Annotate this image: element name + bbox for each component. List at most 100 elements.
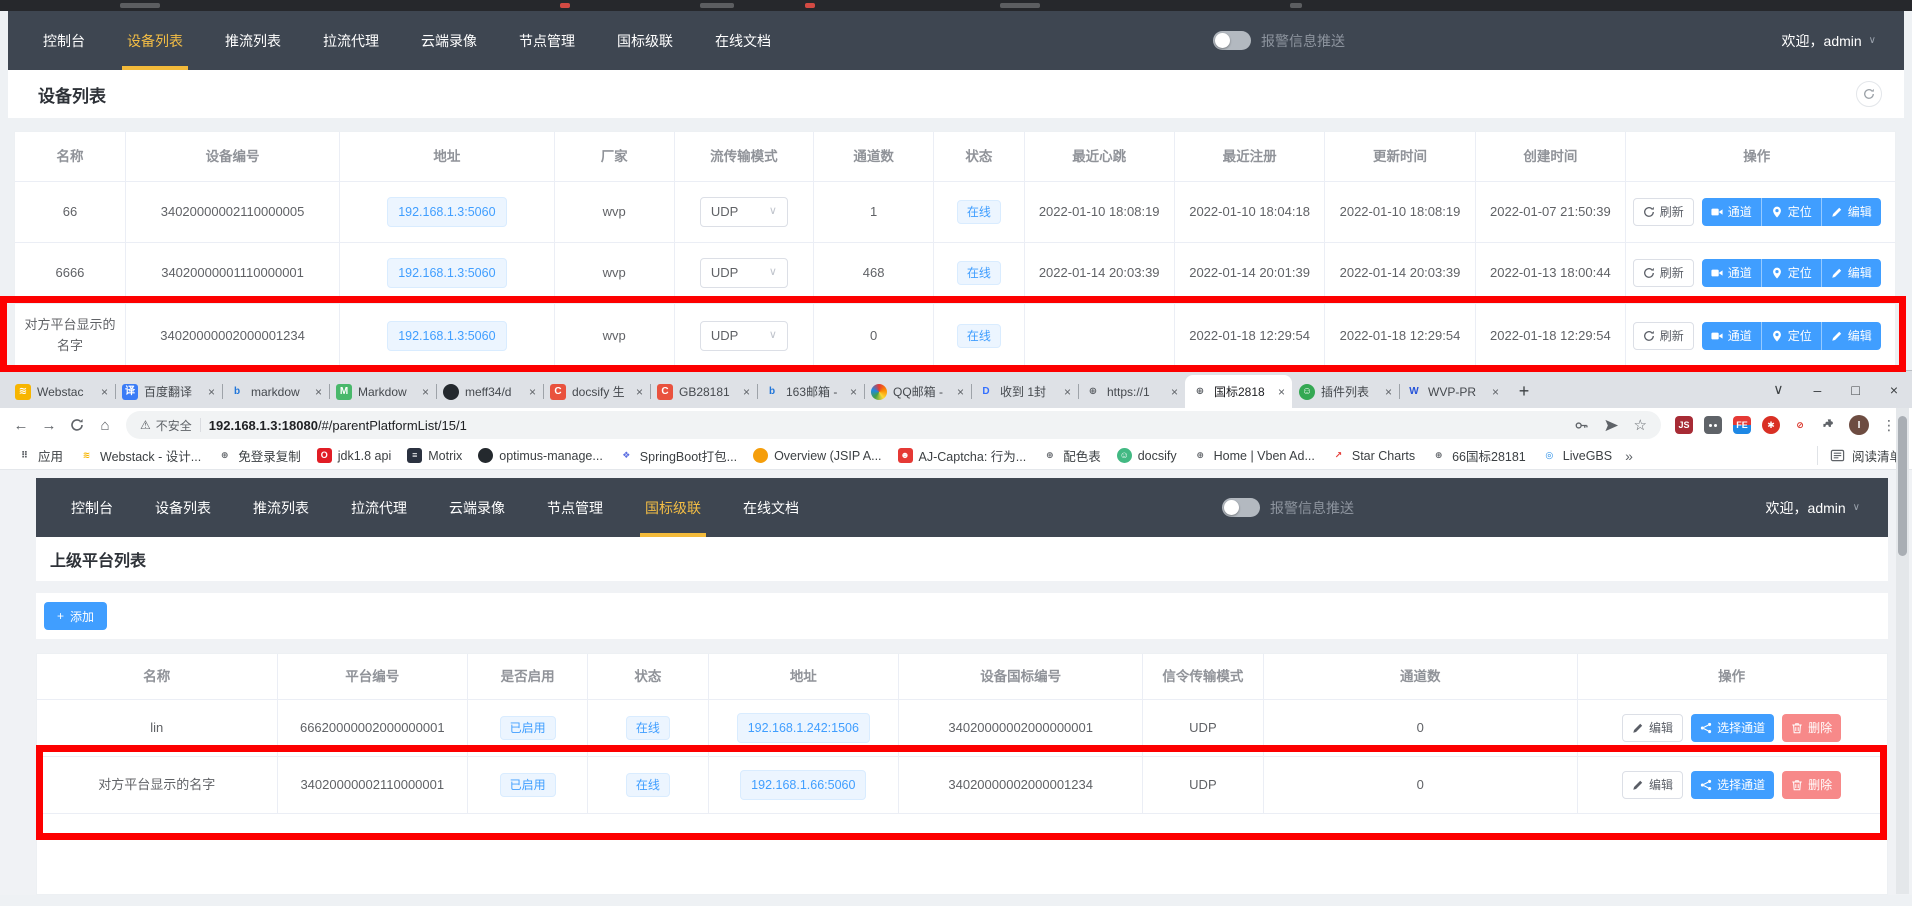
tab-search-button[interactable]: ∨ bbox=[1773, 381, 1783, 398]
edit-button[interactable]: 编辑 bbox=[1821, 198, 1881, 226]
close-button[interactable]: × bbox=[1890, 382, 1898, 398]
address-tag[interactable]: 192.168.1.3:5060 bbox=[387, 258, 506, 289]
bookmark-1[interactable]: ⠿应用 bbox=[10, 443, 70, 468]
tab-close-icon[interactable]: × bbox=[1385, 385, 1392, 399]
browser-tab-4[interactable]: MMarkdow× bbox=[329, 375, 436, 408]
omnibox[interactable]: ⚠ 不安全 192.168.1.3:18080/#/parentPlatform… bbox=[126, 411, 1661, 439]
tab-close-icon[interactable]: × bbox=[529, 385, 536, 399]
alarm-push-toggle[interactable] bbox=[1222, 498, 1260, 517]
bookmark-8[interactable]: Overview (JSIP A... bbox=[746, 445, 888, 466]
bookmark-12[interactable]: ⊕Home | Vben Ad... bbox=[1186, 445, 1322, 466]
bookmark-7[interactable]: ❖SpringBoot打包... bbox=[612, 443, 744, 468]
refresh-button[interactable]: 刷新 bbox=[1633, 198, 1694, 226]
nav-tab-7[interactable]: 国标级联 bbox=[624, 478, 722, 537]
browser-tab-13[interactable]: ☺插件列表× bbox=[1292, 375, 1399, 408]
back-button[interactable]: ← bbox=[8, 412, 34, 438]
no-mobile-icon[interactable]: ⊘ bbox=[1791, 416, 1809, 434]
nav-tab-2[interactable]: 设备列表 bbox=[106, 11, 204, 70]
stream-mode-select[interactable]: UDP∨ bbox=[700, 321, 788, 351]
tab-close-icon[interactable]: × bbox=[315, 385, 322, 399]
nav-tab-6[interactable]: 节点管理 bbox=[498, 11, 596, 70]
address-tag[interactable]: 192.168.1.66:5060 bbox=[740, 770, 866, 801]
nav-tab-2[interactable]: 设备列表 bbox=[134, 478, 232, 537]
tab-close-icon[interactable]: × bbox=[1171, 385, 1178, 399]
reading-list-button[interactable]: 阅读清单 bbox=[1817, 446, 1902, 465]
send-to-device-icon[interactable] bbox=[1604, 418, 1619, 433]
welcome-user-menu[interactable]: 欢迎，admin∨ bbox=[1782, 11, 1876, 70]
browser-tab-6[interactable]: Cdocsify 生× bbox=[543, 375, 650, 408]
home-button[interactable]: ⌂ bbox=[92, 412, 118, 438]
nav-tab-4[interactable]: 拉流代理 bbox=[330, 478, 428, 537]
stop-hand-icon[interactable]: ✱ bbox=[1762, 416, 1780, 434]
channels-button[interactable]: 通道 bbox=[1702, 259, 1761, 287]
edit-button[interactable]: 编辑 bbox=[1622, 771, 1683, 799]
stream-mode-select[interactable]: UDP∨ bbox=[700, 258, 788, 288]
puzzle-icon[interactable] bbox=[1820, 416, 1838, 434]
fe-badge-icon[interactable]: FE bbox=[1733, 416, 1751, 434]
nav-tab-8[interactable]: 在线文档 bbox=[722, 478, 820, 537]
bookmark-star-icon[interactable]: ☆ bbox=[1634, 416, 1647, 434]
add-platform-button[interactable]: + 添加 bbox=[44, 602, 107, 630]
bookmark-11[interactable]: ☺docsify bbox=[1110, 445, 1184, 466]
browser-tab-12[interactable]: ⊕国标2818× bbox=[1185, 375, 1292, 408]
bookmarks-overflow-chevron[interactable]: » bbox=[1625, 448, 1633, 464]
bookmark-13[interactable]: ↗Star Charts bbox=[1324, 445, 1422, 466]
browser-tab-8[interactable]: b163邮箱 -× bbox=[757, 375, 864, 408]
browser-tab-3[interactable]: bmarkdow× bbox=[222, 375, 329, 408]
nav-tab-5[interactable]: 云端录像 bbox=[400, 11, 498, 70]
tab-close-icon[interactable]: × bbox=[208, 385, 215, 399]
tab-close-icon[interactable]: × bbox=[743, 385, 750, 399]
refresh-page-button[interactable] bbox=[1856, 81, 1882, 107]
tab-close-icon[interactable]: × bbox=[957, 385, 964, 399]
locate-button[interactable]: 定位 bbox=[1761, 322, 1821, 350]
tab-close-icon[interactable]: × bbox=[101, 385, 108, 399]
nav-tab-7[interactable]: 国标级联 bbox=[596, 11, 694, 70]
channels-button[interactable]: 通道 bbox=[1702, 322, 1761, 350]
tab-close-icon[interactable]: × bbox=[422, 385, 429, 399]
delete-button[interactable]: 删除 bbox=[1782, 771, 1841, 799]
nav-tab-3[interactable]: 推流列表 bbox=[232, 478, 330, 537]
browser-tab-1[interactable]: ≋Webstac× bbox=[8, 375, 115, 408]
browser-tab-2[interactable]: 译百度翻译× bbox=[115, 375, 222, 408]
forward-button[interactable]: → bbox=[36, 412, 62, 438]
nav-tab-4[interactable]: 拉流代理 bbox=[302, 11, 400, 70]
bookmark-14[interactable]: ⊕66国标28181 bbox=[1424, 443, 1533, 468]
edit-button[interactable]: 编辑 bbox=[1622, 714, 1683, 742]
bookmark-15[interactable]: ◎LiveGBS bbox=[1535, 445, 1619, 466]
edit-button[interactable]: 编辑 bbox=[1821, 322, 1881, 350]
bookmark-3[interactable]: ⊕免登录复制 bbox=[210, 443, 308, 468]
tab-close-icon[interactable]: × bbox=[1064, 385, 1071, 399]
tab-close-icon[interactable]: × bbox=[1492, 385, 1499, 399]
tab-close-icon[interactable]: × bbox=[636, 385, 643, 399]
browser-tab-9[interactable]: QQ邮箱 -× bbox=[864, 375, 971, 408]
nav-tab-8[interactable]: 在线文档 bbox=[694, 11, 792, 70]
tab-close-icon[interactable]: × bbox=[1278, 385, 1285, 399]
nav-tab-5[interactable]: 云端录像 bbox=[428, 478, 526, 537]
channels-button[interactable]: 通道 bbox=[1702, 198, 1761, 226]
refresh-button[interactable]: 刷新 bbox=[1633, 322, 1694, 350]
scrollbar-thumb[interactable] bbox=[1898, 416, 1907, 556]
bookmark-2[interactable]: ≋Webstack - 设计... bbox=[72, 443, 208, 468]
browser-tab-11[interactable]: ⊕https://1× bbox=[1078, 375, 1185, 408]
bookmark-5[interactable]: ≡Motrix bbox=[400, 445, 469, 466]
maximize-button[interactable]: □ bbox=[1851, 382, 1859, 398]
bookmark-10[interactable]: ⊕配色表 bbox=[1035, 443, 1108, 468]
incognito-spy-icon[interactable] bbox=[1704, 416, 1722, 434]
profile-avatar-icon[interactable]: I bbox=[1849, 415, 1869, 435]
browser-tab-7[interactable]: CGB28181× bbox=[650, 375, 757, 408]
bookmark-6[interactable]: optimus-manage... bbox=[471, 445, 610, 466]
saved-passwords-key-icon[interactable] bbox=[1574, 418, 1589, 433]
url-text[interactable]: 192.168.1.3:18080/#/parentPlatformList/1… bbox=[209, 418, 1566, 433]
nav-tab-3[interactable]: 推流列表 bbox=[204, 11, 302, 70]
js-badge-icon[interactable]: JS bbox=[1675, 416, 1693, 434]
bookmark-9[interactable]: ☻AJ-Captcha: 行为... bbox=[891, 443, 1034, 468]
nav-tab-1[interactable]: 控制台 bbox=[22, 11, 106, 70]
not-secure-chip[interactable]: ⚠ 不安全 bbox=[140, 417, 192, 434]
minimize-button[interactable]: – bbox=[1814, 382, 1822, 398]
edit-button[interactable]: 编辑 bbox=[1821, 259, 1881, 287]
locate-button[interactable]: 定位 bbox=[1761, 259, 1821, 287]
browser-tab-10[interactable]: D收到 1封× bbox=[971, 375, 1078, 408]
new-tab-button[interactable]: + bbox=[1510, 377, 1538, 405]
nav-tab-6[interactable]: 节点管理 bbox=[526, 478, 624, 537]
bookmark-4[interactable]: Ojdk1.8 api bbox=[310, 445, 399, 466]
